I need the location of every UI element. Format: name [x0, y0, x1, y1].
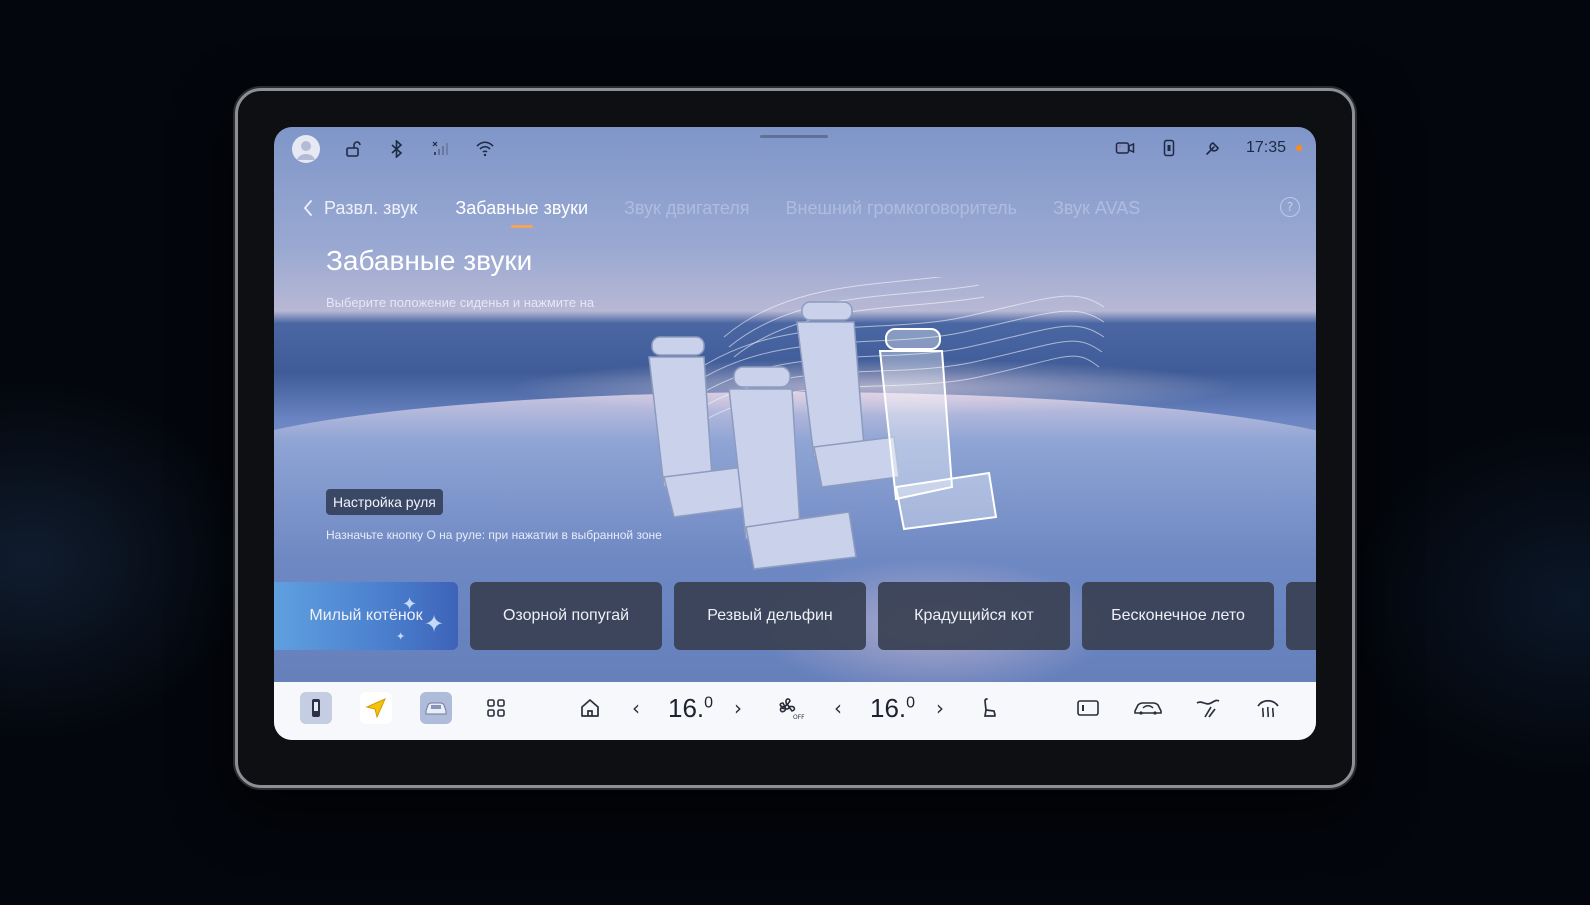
infotainment-screen: 17:35 Развл. звук Забавные звуки Звук дв… — [274, 127, 1316, 740]
wrench-icon[interactable] — [1202, 137, 1224, 159]
fan-off-icon[interactable]: OFF — [774, 692, 806, 724]
temp-left-decrease-button[interactable]: ‹ — [632, 696, 640, 720]
steering-settings-button[interactable]: Настройка руля — [326, 489, 443, 515]
sound-card-label: Бесконечное лето — [1111, 607, 1245, 624]
chevron-left-icon — [303, 200, 312, 216]
back-label[interactable]: Развл. звук — [324, 198, 417, 219]
phone-icon[interactable] — [1158, 137, 1180, 159]
cellular-signal-icon — [430, 138, 452, 160]
temp-left-value: 16.0 — [668, 693, 713, 724]
sound-card-endless-summer[interactable]: Бесконечное лето — [1082, 582, 1274, 650]
bottom-dock: ‹ 16.0 › OFF ‹ 16.0 › — [274, 682, 1316, 740]
steering-hint: Назначьте кнопку О на руле: при нажатии … — [326, 528, 662, 542]
bluetooth-icon[interactable] — [386, 138, 408, 160]
temp-left-decimal: 0 — [704, 694, 714, 712]
sound-card-label: Крадущийся кот — [914, 607, 1034, 624]
clock: 17:35 — [1245, 139, 1286, 156]
avatar[interactable] — [292, 135, 320, 163]
phone-app-icon[interactable] — [300, 692, 332, 724]
svg-text:OFF: OFF — [793, 714, 805, 721]
temp-right-decrease-button[interactable]: ‹ — [834, 696, 842, 720]
temp-right-value: 16.0 — [870, 693, 915, 724]
seats-illustration[interactable] — [634, 277, 1114, 577]
display-icon[interactable] — [1072, 692, 1104, 724]
page-title: Забавные звуки — [326, 245, 533, 276]
sound-list: Милый котёнок ✦ ✦ ✦ Озорной попугай Резв… — [274, 582, 1316, 652]
navigation-icon[interactable] — [360, 692, 392, 724]
sparkle-icon: ✦ — [402, 594, 418, 614]
camera-icon[interactable] — [1114, 137, 1136, 159]
home-icon[interactable] — [574, 692, 606, 724]
status-bar: 17:35 — [274, 127, 1316, 171]
sparkle-icon: ✦ — [396, 631, 406, 643]
apps-grid-icon[interactable] — [480, 692, 512, 724]
wifi-icon[interactable] — [474, 138, 496, 160]
sound-card-sneaky-cat[interactable]: Крадущийся кот — [878, 582, 1070, 650]
page-subtitle: Выберите положение сиденья и нажмите на — [326, 295, 595, 310]
sound-card-naughty-parrot[interactable]: Озорной попугай — [470, 582, 662, 650]
tab-external-speaker[interactable]: Внешний громкоговоритель — [786, 198, 1017, 219]
windshield-airflow-icon[interactable] — [1192, 692, 1224, 724]
defrost-icon[interactable] — [1252, 692, 1284, 724]
notification-dot — [1296, 145, 1302, 151]
sound-card-label: Резвый дельфин — [707, 607, 833, 624]
temp-right-integer: 16. — [870, 693, 907, 723]
sound-card-label: Озорной попугай — [502, 607, 630, 624]
tab-bar: Развл. звук Забавные звуки Звук двигател… — [296, 191, 1176, 228]
drag-handle[interactable] — [760, 135, 828, 138]
sound-card-playful-dolphin[interactable]: Резвый дельфин — [674, 582, 866, 650]
temp-right-increase-button[interactable]: › — [936, 696, 944, 720]
sound-card-more[interactable] — [1286, 582, 1316, 650]
temp-left-integer: 16. — [668, 693, 705, 723]
sound-card-cute-kitten[interactable]: Милый котёнок ✦ ✦ ✦ — [274, 582, 458, 650]
temp-right-decimal: 0 — [906, 694, 916, 712]
user-icon — [297, 141, 315, 160]
car-app-icon[interactable] — [420, 692, 452, 724]
back-button[interactable] — [296, 196, 320, 220]
help-icon[interactable]: ? — [1280, 197, 1300, 217]
sparkle-icon: ✦ — [424, 611, 445, 638]
temp-left-increase-button[interactable]: › — [734, 696, 742, 720]
unlock-icon[interactable] — [342, 138, 364, 160]
car-recirculation-icon[interactable] — [1132, 692, 1164, 724]
tab-fun-sounds[interactable]: Забавные звуки — [455, 198, 588, 228]
seat-icon[interactable] — [974, 692, 1006, 724]
tab-avas-sound[interactable]: Звук AVAS — [1053, 198, 1140, 219]
tab-engine-sound[interactable]: Звук двигателя — [624, 198, 750, 219]
